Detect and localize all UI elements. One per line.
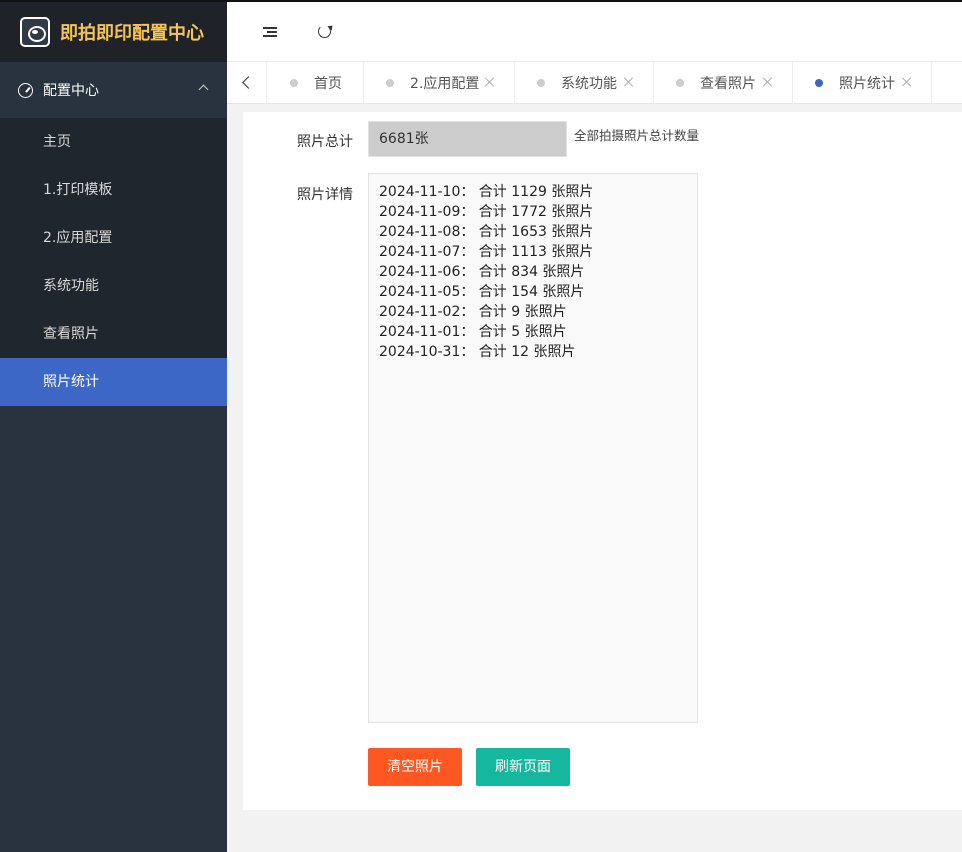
tab-label: 系统功能 bbox=[561, 76, 617, 92]
tab-view-photos[interactable]: 查看照片 bbox=[654, 62, 793, 104]
total-hint: 全部拍摄照片总计数量 bbox=[574, 128, 700, 143]
detail-line: 2024-11-09： 合计 1772 张照片 bbox=[379, 204, 594, 220]
content-panel: 照片总计 6681张 全部拍摄照片总计数量 照片详情 2024-11-10： 合… bbox=[243, 112, 962, 810]
sidebar-item-photo-stats[interactable]: 照片统计 bbox=[0, 358, 227, 406]
detail-line: 2024-11-07： 合计 1113 张照片 bbox=[379, 244, 594, 260]
dashboard-icon bbox=[18, 82, 33, 98]
chevron-up-icon bbox=[198, 84, 209, 95]
sidebar-item-home[interactable]: 主页 bbox=[0, 118, 227, 166]
total-input[interactable]: 6681张 bbox=[368, 121, 567, 157]
logo[interactable]: 即拍即印配置中心 bbox=[0, 0, 227, 62]
close-icon[interactable] bbox=[901, 76, 913, 88]
camera-icon bbox=[20, 17, 50, 47]
sidebar-item-print-template[interactable]: 1.打印模板 bbox=[0, 166, 227, 214]
tab-label: 首页 bbox=[314, 76, 342, 92]
submenu: 主页 1.打印模板 2.应用配置 系统功能 查看照片 照片统计 bbox=[0, 118, 227, 406]
detail-line: 2024-11-05： 合计 154 张照片 bbox=[379, 284, 585, 300]
detail-line: 2024-11-06： 合计 834 张照片 bbox=[379, 264, 585, 280]
tab-dot bbox=[676, 79, 684, 87]
tab-dot bbox=[815, 79, 823, 87]
detail-line: 2024-11-01： 合计 5 张照片 bbox=[379, 324, 567, 340]
detail-label: 照片详情 bbox=[297, 187, 353, 203]
tab-label: 查看照片 bbox=[700, 76, 756, 92]
detail-line: 2024-11-08： 合计 1653 张照片 bbox=[379, 224, 594, 240]
sidebar-item-view-photos[interactable]: 查看照片 bbox=[0, 310, 227, 358]
tab-system-functions[interactable]: 系统功能 bbox=[515, 62, 654, 104]
tab-home[interactable]: 首页 bbox=[268, 62, 364, 104]
refresh-icon-button[interactable] bbox=[313, 20, 337, 44]
detail-line: 2024-10-31： 合计 12 张照片 bbox=[379, 344, 576, 360]
top-header bbox=[227, 0, 962, 62]
logo-text: 即拍即印配置中心 bbox=[60, 23, 204, 44]
sidebar-item-app-config[interactable]: 2.应用配置 bbox=[0, 214, 227, 262]
close-icon[interactable] bbox=[623, 76, 635, 88]
tab-app-config[interactable]: 2.应用配置 bbox=[364, 62, 515, 104]
refresh-icon bbox=[318, 25, 331, 38]
tab-label: 照片统计 bbox=[839, 76, 895, 92]
tab-label: 2.应用配置 bbox=[410, 76, 480, 92]
tab-scroll-left-button[interactable] bbox=[227, 62, 267, 104]
menu-group-config-center[interactable]: 配置中心 bbox=[0, 62, 227, 118]
detail-textarea[interactable]: 2024-11-10： 合计 1129 张照片 2024-11-09： 合计 1… bbox=[368, 173, 698, 723]
clear-photos-button[interactable]: 清空照片 bbox=[368, 748, 462, 786]
detail-line: 2024-11-10： 合计 1129 张照片 bbox=[379, 184, 594, 200]
refresh-page-button[interactable]: 刷新页面 bbox=[476, 748, 570, 786]
sidebar: 即拍即印配置中心 配置中心 主页 1.打印模板 2.应用配置 系统功能 查看照片… bbox=[0, 0, 227, 852]
tab-photo-stats[interactable]: 照片统计 bbox=[793, 62, 932, 104]
tab-dot bbox=[386, 79, 394, 87]
tab-dot bbox=[537, 79, 545, 87]
tab-bar: 首页 2.应用配置 系统功能 查看照片 照片统计 bbox=[227, 62, 962, 104]
tab-dot bbox=[290, 79, 298, 87]
close-icon[interactable] bbox=[762, 76, 774, 88]
sidebar-item-system-functions[interactable]: 系统功能 bbox=[0, 262, 227, 310]
menu-group-label: 配置中心 bbox=[43, 83, 99, 99]
menu-fold-icon[interactable] bbox=[259, 20, 283, 44]
total-label: 照片总计 bbox=[297, 134, 353, 150]
detail-line: 2024-11-02： 合计 9 张照片 bbox=[379, 304, 567, 320]
close-icon[interactable] bbox=[484, 76, 496, 88]
